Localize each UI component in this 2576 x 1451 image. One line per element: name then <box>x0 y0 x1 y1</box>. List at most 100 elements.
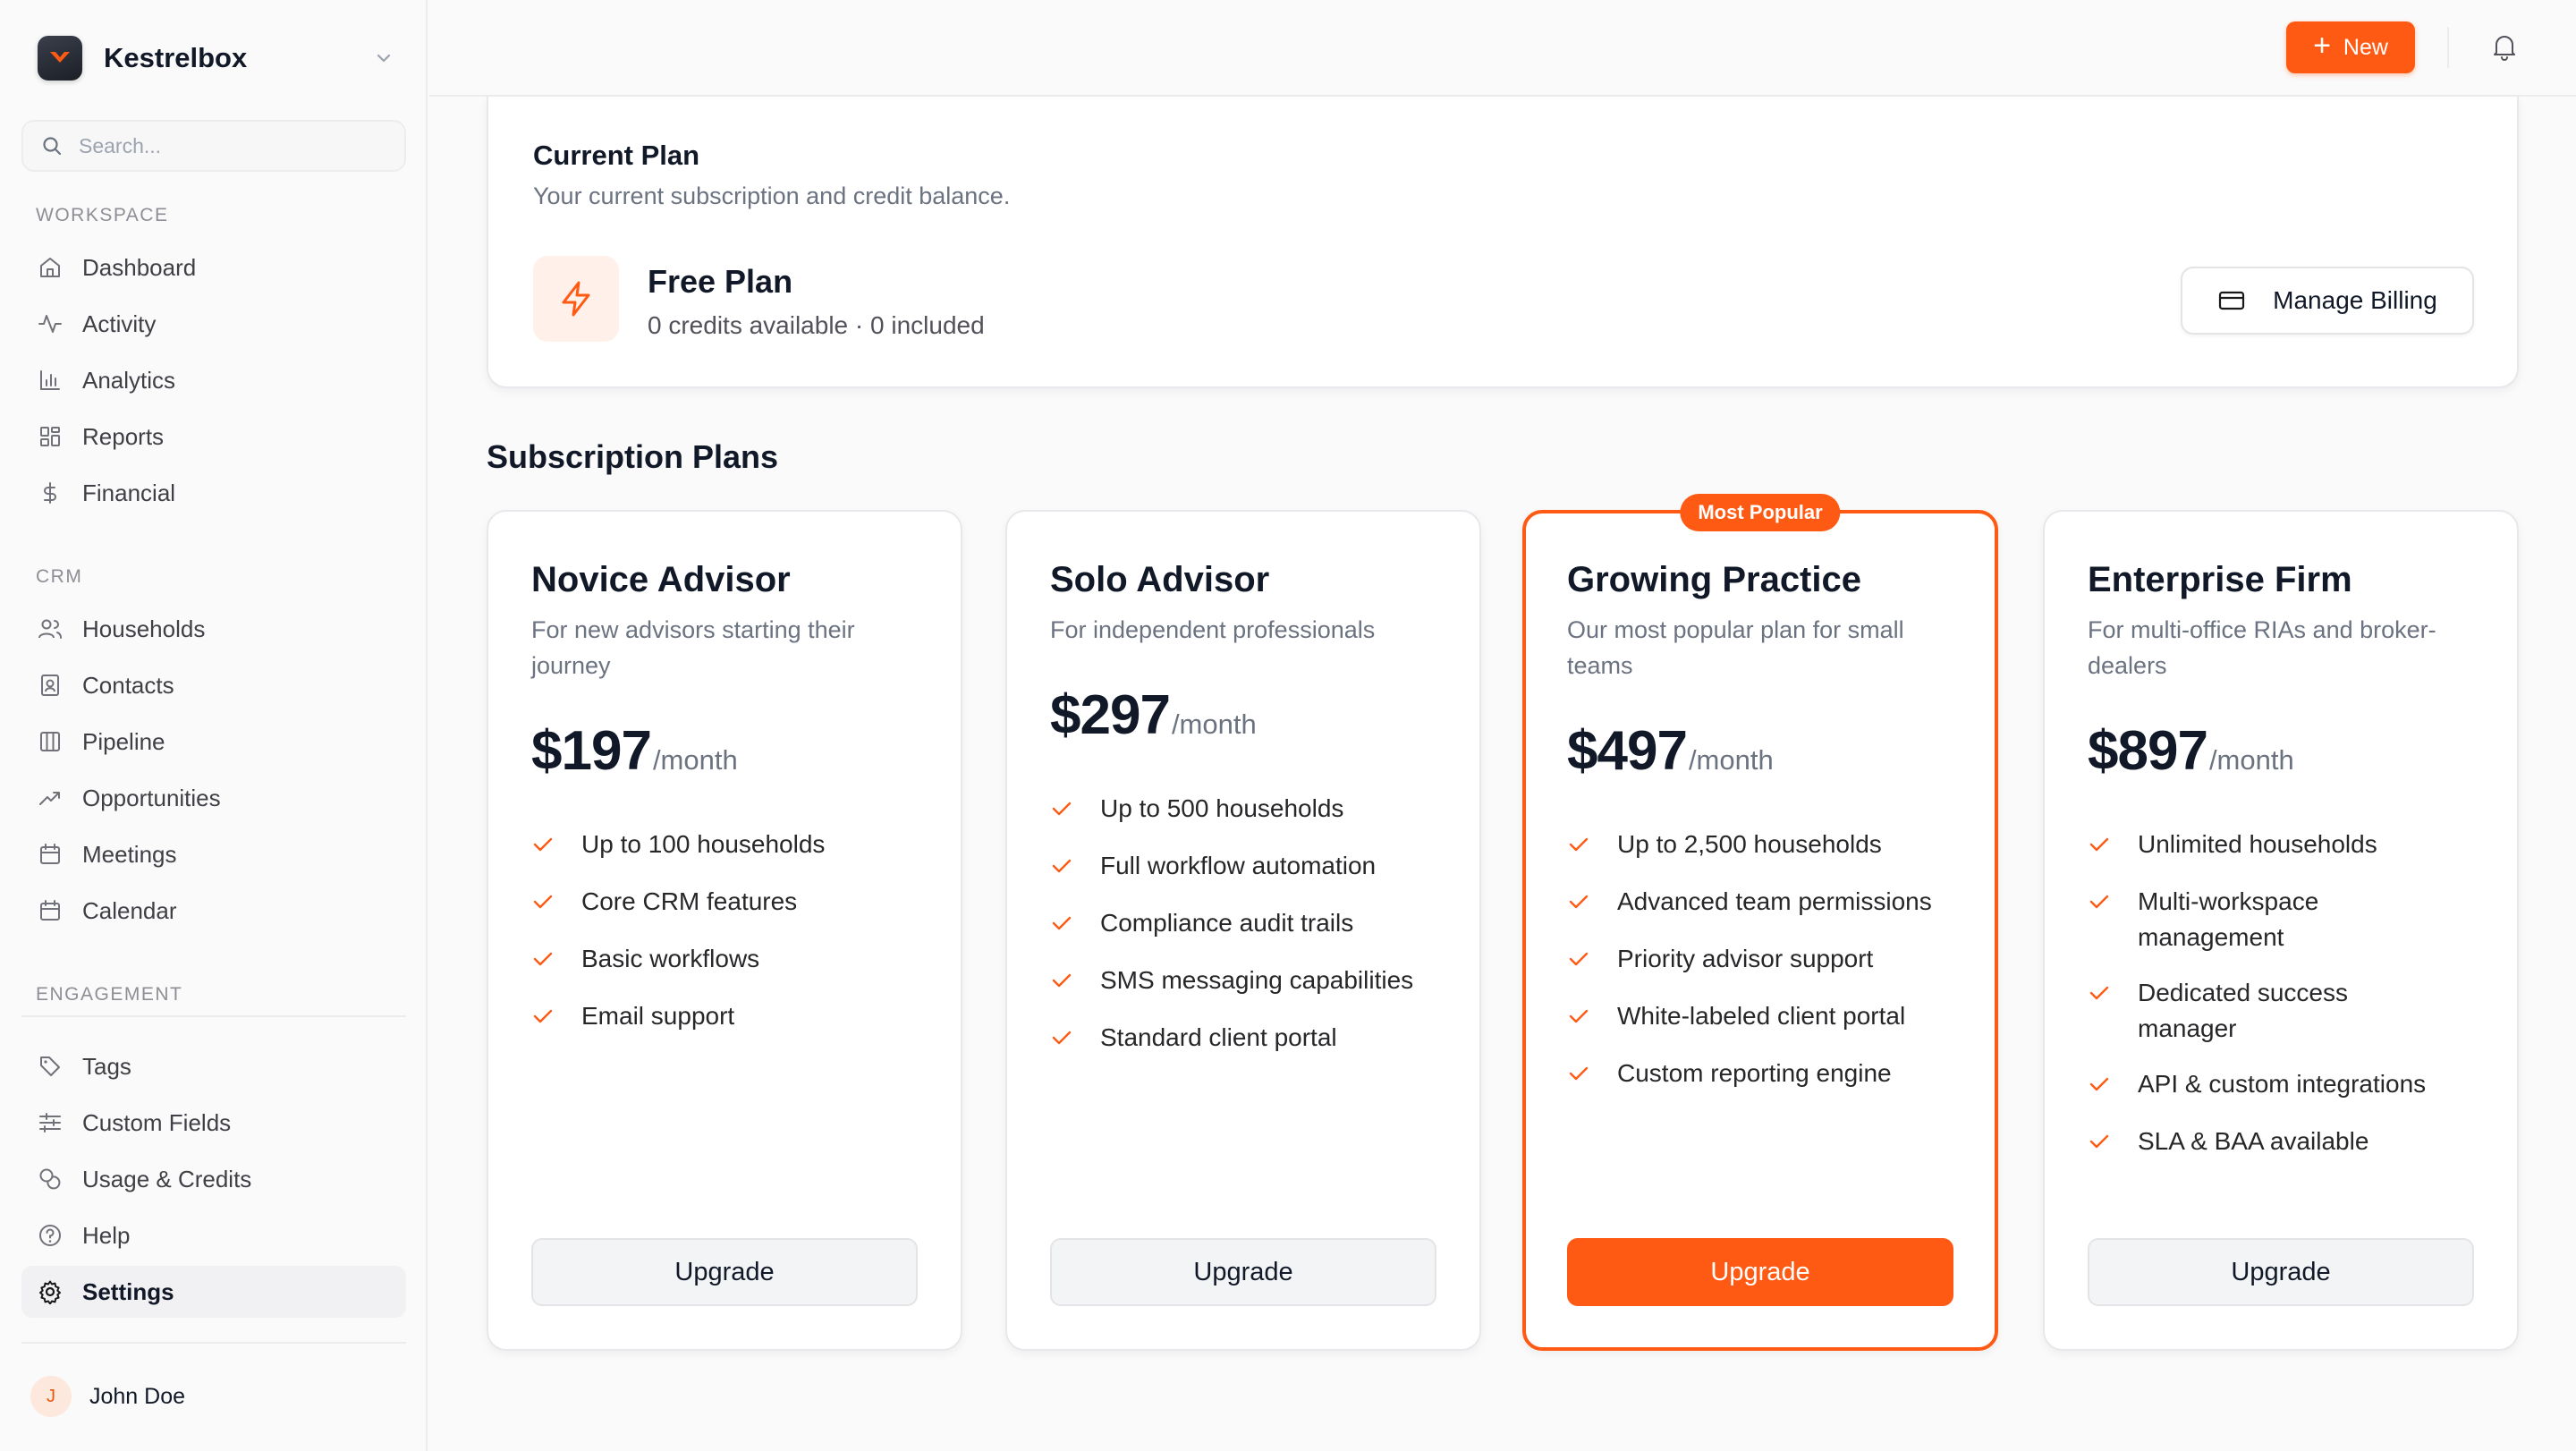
sidebar-item-label: Financial <box>82 479 176 506</box>
feature-text: Email support <box>581 1002 735 1030</box>
feature-text: Up to 100 households <box>581 830 826 858</box>
feature-text: Full workflow automation <box>1100 852 1377 879</box>
feature-text: SLA & BAA available <box>2138 1127 2369 1155</box>
feature-text: Up to 500 households <box>1100 794 1344 822</box>
sidebar-item-reports[interactable]: Reports <box>21 411 406 462</box>
feature-list: Up to 100 households Core CRM features B… <box>531 827 943 1056</box>
manage-billing-button[interactable]: Manage Billing <box>2181 267 2474 335</box>
list-item: White-labeled client portal <box>1567 998 1979 1034</box>
list-item: Custom reporting engine <box>1567 1056 1979 1091</box>
sidebar-divider <box>21 1015 406 1017</box>
sidebar-item-activity[interactable]: Activity <box>21 298 406 350</box>
sidebar-item-settings[interactable]: Settings <box>21 1266 406 1318</box>
plan-price: $497 /month <box>1567 719 1774 783</box>
sidebar-item-dashboard[interactable]: Dashboard <box>21 242 406 293</box>
check-icon <box>531 827 556 862</box>
sidebar-item-meetings[interactable]: Meetings <box>21 828 406 880</box>
list-item: Priority advisor support <box>1567 941 1979 977</box>
plan-description: For new advisors starting their journey <box>531 616 855 679</box>
feature-text: Compliance audit trails <box>1100 909 1354 937</box>
sidebar-item-financial[interactable]: Financial <box>21 467 406 519</box>
bar-chart-icon <box>36 366 64 395</box>
price-amount: $297 <box>1050 684 1171 746</box>
sidebar-item-label: Meetings <box>82 840 177 868</box>
subscription-plans-heading: Subscription Plans <box>487 438 779 475</box>
brand-name: Kestrelbox <box>104 42 248 73</box>
plan-description: For independent professionals <box>1050 616 1376 643</box>
sidebar-item-label: Households <box>82 615 206 642</box>
feature-text: Up to 2,500 households <box>1617 830 1882 858</box>
feature-text: Standard client portal <box>1100 1023 1337 1051</box>
kestrelbox-logo-icon <box>38 36 82 81</box>
calendar-icon <box>36 896 64 925</box>
upgrade-button[interactable]: Upgrade <box>531 1238 918 1306</box>
check-icon <box>2088 827 2113 862</box>
price-period: /month <box>1688 744 1774 776</box>
sidebar-item-tags[interactable]: Tags <box>21 1040 406 1092</box>
check-icon <box>1050 963 1075 998</box>
list-item: Full workflow automation <box>1050 848 1462 884</box>
feature-text: Multi-workspace management <box>2138 887 2319 951</box>
sidebar-item-usage-credits[interactable]: Usage & Credits <box>21 1153 406 1205</box>
list-item: SMS messaging capabilities <box>1050 963 1462 998</box>
coins-icon <box>36 1165 64 1193</box>
search-input[interactable]: Search... <box>21 120 406 172</box>
current-plan-name: Free Plan <box>648 263 793 300</box>
sidebar-divider <box>21 1342 406 1344</box>
list-item: SLA & BAA available <box>2088 1124 2463 1159</box>
sidebar-item-label: Dashboard <box>82 253 197 281</box>
new-button[interactable]: + New <box>2286 21 2415 73</box>
sidebar-item-households[interactable]: Households <box>21 603 406 655</box>
check-icon <box>1567 1056 1592 1091</box>
check-icon <box>1050 1020 1075 1056</box>
price-amount: $197 <box>531 720 652 782</box>
feature-text: Core CRM features <box>581 887 798 915</box>
sidebar-item-analytics[interactable]: Analytics <box>21 354 406 406</box>
list-item: Advanced team permissions <box>1567 884 1979 920</box>
plan-title: Solo Advisor <box>1050 560 1270 599</box>
plan-description: Our most popular plan for small teams <box>1567 616 1904 679</box>
user-menu[interactable]: J John Doe <box>30 1376 185 1417</box>
feature-text: API & custom integrations <box>2138 1070 2427 1098</box>
sidebar-item-help[interactable]: Help <box>21 1209 406 1261</box>
check-icon <box>1050 905 1075 941</box>
check-icon <box>1567 998 1592 1034</box>
search-placeholder: Search... <box>79 133 162 157</box>
users-icon <box>36 615 64 643</box>
home-icon <box>36 253 64 282</box>
check-icon <box>531 884 556 920</box>
feature-text: SMS messaging capabilities <box>1100 966 1414 994</box>
credit-card-icon <box>2219 291 2245 310</box>
check-icon <box>2088 1066 2113 1102</box>
bell-icon[interactable] <box>2488 30 2521 63</box>
feature-text: Unlimited households <box>2138 830 2377 858</box>
feature-text: Basic workflows <box>581 945 760 972</box>
list-item: Dedicated success manager <box>2088 975 2463 1047</box>
upgrade-button[interactable]: Upgrade <box>1567 1238 1953 1306</box>
contact-card-icon <box>36 671 64 700</box>
sidebar: Kestrelbox Search... WORKSPACE Dashboard… <box>0 0 428 1451</box>
feature-text: White-labeled client portal <box>1617 1002 1906 1030</box>
plan-description: For multi-office RIAs and broker-dealers <box>2088 616 2436 679</box>
price-amount: $897 <box>2088 720 2208 782</box>
sidebar-item-label: Tags <box>82 1052 131 1080</box>
sidebar-item-calendar[interactable]: Calendar <box>21 885 406 937</box>
check-icon <box>1050 791 1075 827</box>
chevron-down-icon[interactable] <box>372 47 395 70</box>
plus-icon: + <box>2313 29 2331 63</box>
sidebar-item-label: Usage & Credits <box>82 1165 252 1192</box>
topbar-divider <box>2447 27 2449 68</box>
feature-list: Up to 500 households Full workflow autom… <box>1050 791 1462 1077</box>
plan-title: Growing Practice <box>1567 560 1861 599</box>
upgrade-button[interactable]: Upgrade <box>1050 1238 1436 1306</box>
list-item: Up to 500 households <box>1050 791 1462 827</box>
check-icon <box>1050 848 1075 884</box>
feature-list: Unlimited households Multi-workspace man… <box>2088 827 2463 1181</box>
sidebar-item-contacts[interactable]: Contacts <box>21 659 406 711</box>
sidebar-item-pipeline[interactable]: Pipeline <box>21 716 406 768</box>
sidebar-item-label: Custom Fields <box>82 1108 232 1136</box>
upgrade-button[interactable]: Upgrade <box>2088 1238 2474 1306</box>
sidebar-item-opportunities[interactable]: Opportunities <box>21 772 406 824</box>
workspace-switcher[interactable]: Kestrelbox <box>38 36 395 81</box>
sidebar-item-custom-fields[interactable]: Custom Fields <box>21 1097 406 1149</box>
